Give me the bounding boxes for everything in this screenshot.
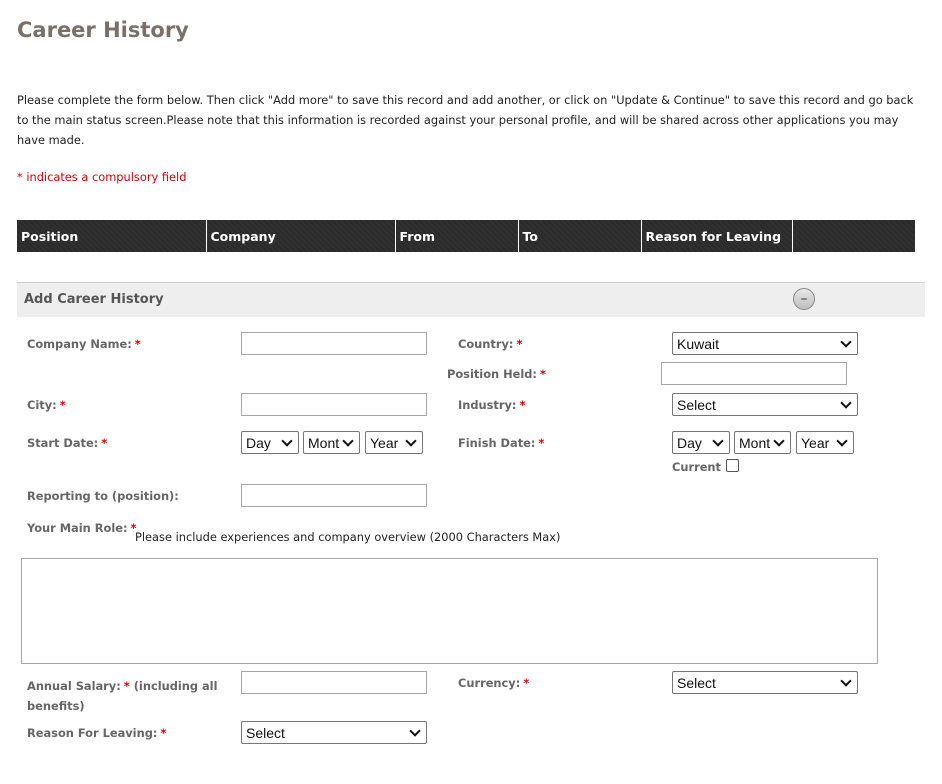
company-name-label: Company Name: * — [27, 337, 141, 351]
page-title: Career History — [17, 18, 189, 42]
city-label: City: * — [27, 398, 66, 412]
collapse-section-button[interactable]: – — [793, 288, 815, 310]
column-header-actions — [792, 220, 915, 252]
column-header-from: From — [395, 220, 519, 252]
annual-salary-input[interactable] — [241, 671, 427, 694]
chevron-down-icon — [409, 724, 421, 737]
currency-label: Currency: * — [458, 676, 530, 690]
chevron-down-icon — [342, 434, 354, 447]
finish-day-select[interactable]: Day — [672, 431, 730, 454]
main-role-hint: Please include experiences and company o… — [135, 530, 561, 544]
reason-for-leaving-select[interactable]: Select — [241, 721, 427, 744]
chevron-down-icon — [405, 434, 417, 447]
current-label: Current — [672, 460, 721, 474]
minus-circle-icon: – — [800, 291, 808, 307]
chevron-down-icon — [281, 434, 293, 447]
current-checkbox[interactable] — [726, 459, 739, 472]
country-label: Country: * — [458, 337, 523, 351]
reporting-to-input[interactable] — [241, 484, 427, 507]
chevron-down-icon — [840, 674, 852, 687]
chevron-down-icon — [712, 434, 724, 447]
industry-select[interactable]: Select — [672, 393, 858, 416]
section-title: Add Career History — [24, 292, 164, 307]
start-year-select[interactable]: Year — [365, 431, 423, 454]
currency-select[interactable]: Select — [672, 671, 858, 694]
main-role-textarea[interactable] — [21, 558, 878, 664]
intro-text: Please complete the form below. Then cli… — [17, 93, 914, 147]
finish-month-select[interactable]: Montl — [734, 431, 791, 454]
column-header-company: Company — [206, 220, 396, 252]
career-history-table: Position Company From To Reason for Leav… — [17, 220, 915, 252]
start-date-label: Start Date: * — [27, 436, 108, 450]
column-header-to: To — [518, 220, 642, 252]
country-select[interactable]: Kuwait — [672, 332, 858, 355]
table-header-row: Position Company From To Reason for Leav… — [17, 220, 915, 252]
chevron-down-icon — [840, 335, 852, 348]
column-header-position: Position — [17, 220, 207, 252]
reason-for-leaving-label: Reason For Leaving: * — [27, 726, 167, 740]
main-role-label: Your Main Role: * — [27, 521, 137, 535]
chevron-down-icon — [773, 434, 785, 447]
required-note: * indicates a compulsory field — [17, 170, 187, 184]
annual-salary-label: Annual Salary: * (including all benefits) — [27, 679, 218, 713]
start-month-select[interactable]: Montl — [303, 431, 360, 454]
column-header-reason-for-leaving: Reason for Leaving — [641, 220, 793, 252]
chevron-down-icon — [836, 434, 848, 447]
industry-label: Industry: * — [458, 398, 526, 412]
finish-date-label: Finish Date: * — [458, 436, 545, 450]
position-held-input[interactable] — [661, 362, 847, 385]
finish-year-select[interactable]: Year — [796, 431, 854, 454]
chevron-down-icon — [840, 396, 852, 409]
position-held-label: Position Held: * — [447, 367, 546, 381]
start-day-select[interactable]: Day — [241, 431, 299, 454]
company-name-input[interactable] — [241, 332, 427, 355]
city-input[interactable] — [241, 393, 427, 416]
reporting-to-label: Reporting to (position): — [27, 489, 179, 503]
